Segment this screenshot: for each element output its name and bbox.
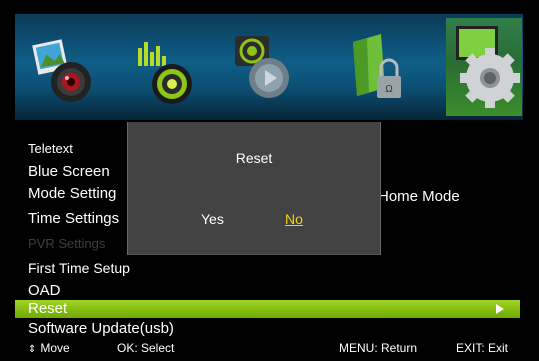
chevron-right-icon xyxy=(496,304,504,314)
yes-button[interactable]: Yes xyxy=(201,211,224,227)
menu-item-software-update[interactable]: Software Update(usb) xyxy=(28,320,174,337)
sound-icon[interactable] xyxy=(128,24,202,108)
help-move: ⇕ Move xyxy=(28,341,70,355)
tv-setup-screen: Ω Teletext Blue Screen Mode Setting Time… xyxy=(0,0,539,361)
picture-icon[interactable] xyxy=(27,24,101,108)
reset-dialog: Reset Yes No xyxy=(127,122,381,255)
lock-icon[interactable]: Ω xyxy=(345,24,419,108)
menu-item-reset-label: Reset xyxy=(28,300,68,317)
svg-text:Ω: Ω xyxy=(385,84,393,95)
menu-item-first-time-setup[interactable]: First Time Setup xyxy=(28,260,130,276)
menu-item-teletext[interactable]: Teletext xyxy=(28,141,73,156)
channel-icon[interactable] xyxy=(229,24,303,108)
menu-item-oad[interactable]: OAD xyxy=(28,282,61,299)
menu-item-time-settings[interactable]: Time Settings xyxy=(28,210,119,227)
menu-item-blue-screen[interactable]: Blue Screen xyxy=(28,163,110,180)
menu-item-pvr-settings: PVR Settings xyxy=(28,236,106,251)
dialog-title: Reset xyxy=(235,150,273,166)
help-move-label: Move xyxy=(40,341,70,355)
help-select: OK: Select xyxy=(117,341,175,355)
up-down-arrow-icon: ⇕ xyxy=(28,344,37,355)
setup-gear-icon[interactable] xyxy=(446,18,522,116)
help-return: MENU: Return xyxy=(339,341,418,355)
mode-setting-value: Home Mode xyxy=(378,188,460,205)
no-button[interactable]: No xyxy=(285,211,303,227)
menu-item-mode-setting[interactable]: Mode Setting xyxy=(28,185,116,202)
help-exit: EXIT: Exit xyxy=(456,341,509,355)
menu-item-reset[interactable]: Reset xyxy=(15,300,520,318)
category-icon-bar: Ω xyxy=(15,14,523,120)
